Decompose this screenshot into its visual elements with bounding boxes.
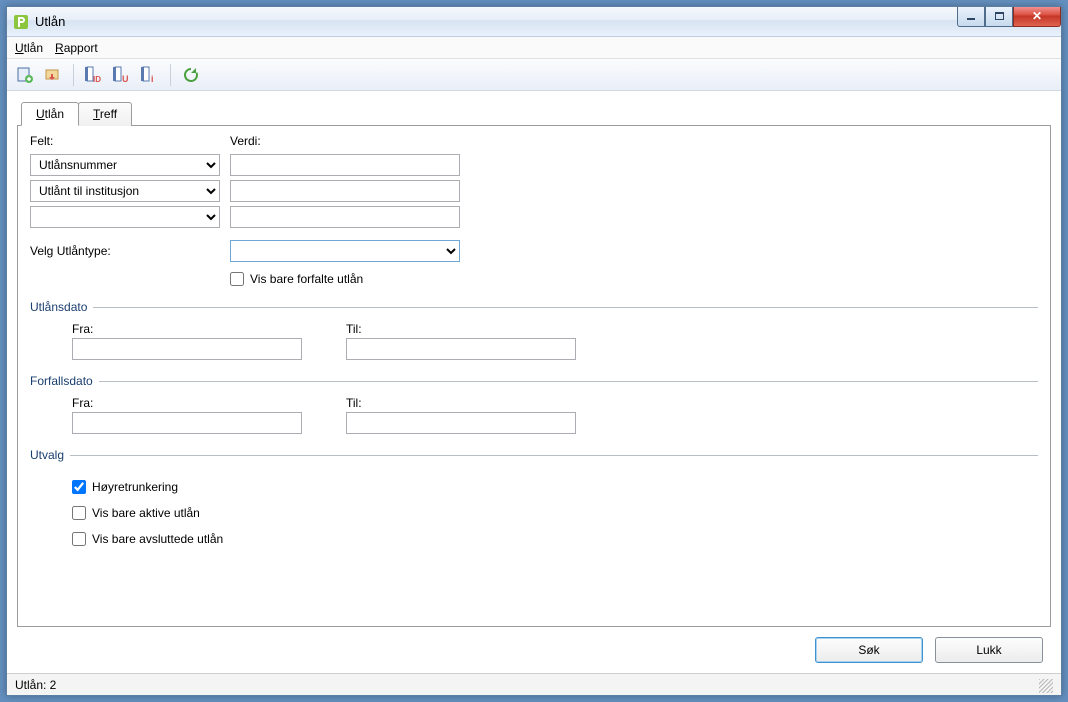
refresh-icon xyxy=(182,66,200,84)
avsl-label: Vis bare avsluttede utlån xyxy=(92,532,223,546)
forfallsdato-til-input[interactable] xyxy=(346,412,576,434)
statusbar: Utlån: 2 xyxy=(7,673,1061,695)
aktiv-label: Vis bare aktive utlån xyxy=(92,506,200,520)
window-title: Utlån xyxy=(35,14,957,29)
toolbar-separator xyxy=(73,64,74,86)
maximize-button[interactable] xyxy=(985,7,1013,27)
type-select[interactable] xyxy=(230,240,460,262)
window: Utlån ✕ Utlån Rapport xyxy=(6,6,1062,696)
forfallsdato-til-label: Til: xyxy=(346,396,576,410)
return-icon xyxy=(44,66,62,84)
find-u-button[interactable]: U xyxy=(110,63,134,87)
overdue-checkbox[interactable] xyxy=(230,272,244,286)
utlansdato-fieldset: Utlånsdato Fra: Til: xyxy=(30,300,1038,360)
minimize-button[interactable] xyxy=(957,7,985,27)
new-record-icon xyxy=(16,66,34,84)
forfallsdato-fra-input[interactable] xyxy=(72,412,302,434)
hoy-label: Høyretrunkering xyxy=(92,480,178,494)
svg-text:ID: ID xyxy=(93,75,101,84)
close-window-button[interactable]: Lukk xyxy=(935,637,1043,663)
menu-utlan[interactable]: Utlån xyxy=(15,41,43,55)
utlansdato-fra-label: Fra: xyxy=(72,322,302,336)
field3-select[interactable] xyxy=(30,206,220,228)
button-row: Søk Lukk xyxy=(17,627,1051,669)
hoy-row: Høyretrunkering xyxy=(72,480,1038,494)
menu-utlan-rest: tlån xyxy=(24,41,43,55)
toolbar: ID U i xyxy=(7,59,1061,91)
overdue-label: Vis bare forfalte utlån xyxy=(250,272,363,286)
search-button[interactable]: Søk xyxy=(815,637,923,663)
avsl-row: Vis bare avsluttede utlån xyxy=(72,532,1038,546)
app-icon xyxy=(13,14,29,30)
svg-text:U: U xyxy=(122,74,129,84)
forfallsdato-legend: Forfallsdato xyxy=(30,374,99,388)
header-row: Felt: Verdi: xyxy=(30,134,1038,150)
find-i-icon: i xyxy=(140,66,160,84)
type-label: Velg Utlåntype: xyxy=(30,244,230,258)
utlansdato-fra-input[interactable] xyxy=(72,338,302,360)
tab-utlan[interactable]: Utlån xyxy=(21,102,79,126)
panel-utlan: Felt: Verdi: Utlånsnummer Utlånt til ins… xyxy=(17,125,1051,627)
tab-treff[interactable]: Treff xyxy=(78,102,132,126)
window-buttons: ✕ xyxy=(957,7,1061,29)
value3-input[interactable] xyxy=(230,206,460,228)
menubar: Utlån Rapport xyxy=(7,37,1061,59)
tabs: Utlån Treff xyxy=(21,102,1051,126)
resize-grip-icon[interactable] xyxy=(1039,679,1053,693)
tab-utlan-rest: tlån xyxy=(45,107,64,121)
refresh-button[interactable] xyxy=(179,63,203,87)
value2-input[interactable] xyxy=(230,180,460,202)
find-i-button[interactable]: i xyxy=(138,63,162,87)
hoy-checkbox[interactable] xyxy=(72,480,86,494)
field2-select[interactable]: Utlånt til institusjon xyxy=(30,180,220,202)
field1-select[interactable]: Utlånsnummer xyxy=(30,154,220,176)
value1-input[interactable] xyxy=(230,154,460,176)
utvalg-legend: Utvalg xyxy=(30,448,70,462)
new-record-button[interactable] xyxy=(13,63,37,87)
search-button-label: Søk xyxy=(858,643,879,657)
utlansdato-legend: Utlånsdato xyxy=(30,300,93,314)
toolbar-separator-2 xyxy=(170,64,171,86)
forfallsdato-fra-label: Fra: xyxy=(72,396,302,410)
utlansdato-til-label: Til: xyxy=(346,322,576,336)
return-button[interactable] xyxy=(41,63,65,87)
find-id-icon: ID xyxy=(84,66,104,84)
verdi-label: Verdi: xyxy=(230,134,470,148)
avsl-checkbox[interactable] xyxy=(72,532,86,546)
close-button-label: Lukk xyxy=(976,643,1001,657)
status-text: Utlån: 2 xyxy=(15,678,56,692)
felt-label: Felt: xyxy=(30,134,230,148)
find-id-button[interactable]: ID xyxy=(82,63,106,87)
aktiv-row: Vis bare aktive utlån xyxy=(72,506,1038,520)
tab-treff-rest: reff xyxy=(100,107,117,121)
aktiv-checkbox[interactable] xyxy=(72,506,86,520)
close-button[interactable]: ✕ xyxy=(1013,7,1061,27)
titlebar: Utlån ✕ xyxy=(7,7,1061,37)
find-u-icon: U xyxy=(112,66,132,84)
svg-text:i: i xyxy=(151,74,154,84)
utvalg-fieldset: Utvalg Høyretrunkering Vis bare aktive u… xyxy=(30,448,1038,546)
menu-rapport-rest: apport xyxy=(64,41,98,55)
forfallsdato-fieldset: Forfallsdato Fra: Til: xyxy=(30,374,1038,434)
content: Utlån Treff Felt: Verdi: Utlånsnummer xyxy=(7,91,1061,673)
utlansdato-til-input[interactable] xyxy=(346,338,576,360)
menu-rapport[interactable]: Rapport xyxy=(55,41,98,55)
